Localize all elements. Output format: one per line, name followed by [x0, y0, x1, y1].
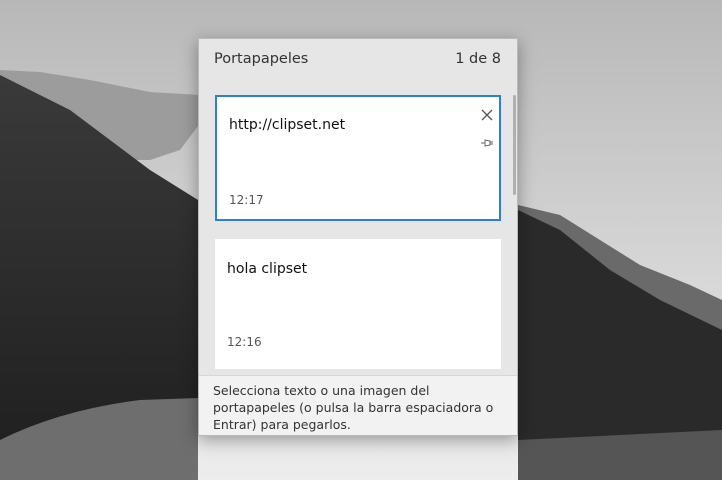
clipboard-item-text: http://clipset.net: [229, 117, 346, 133]
clipboard-item-time: 12:16: [227, 335, 262, 349]
pin-icon[interactable]: [479, 137, 495, 153]
scrollbar[interactable]: [513, 95, 516, 195]
clipboard-item[interactable]: http://clipset.net 12:17: [215, 95, 501, 221]
clipboard-header: Portapapeles 1 de 8: [199, 39, 517, 83]
clipboard-footer: Selecciona texto o una imagen del portap…: [199, 375, 517, 435]
clipboard-title: Portapapeles: [214, 51, 309, 67]
clipboard-item[interactable]: hola clipset 12:16: [215, 239, 501, 369]
clipboard-hint: Selecciona texto o una imagen del portap…: [213, 383, 494, 432]
clipboard-item-text: hola clipset: [227, 261, 308, 277]
item-counter: 1 de 8: [455, 51, 501, 67]
clipboard-item-time: 12:17: [229, 193, 264, 207]
clipboard-panel: Portapapeles 1 de 8 http://clipset.net 1…: [198, 38, 518, 436]
close-icon[interactable]: [479, 109, 495, 125]
clipboard-list: http://clipset.net 12:17 hola clipset 12…: [199, 83, 517, 375]
